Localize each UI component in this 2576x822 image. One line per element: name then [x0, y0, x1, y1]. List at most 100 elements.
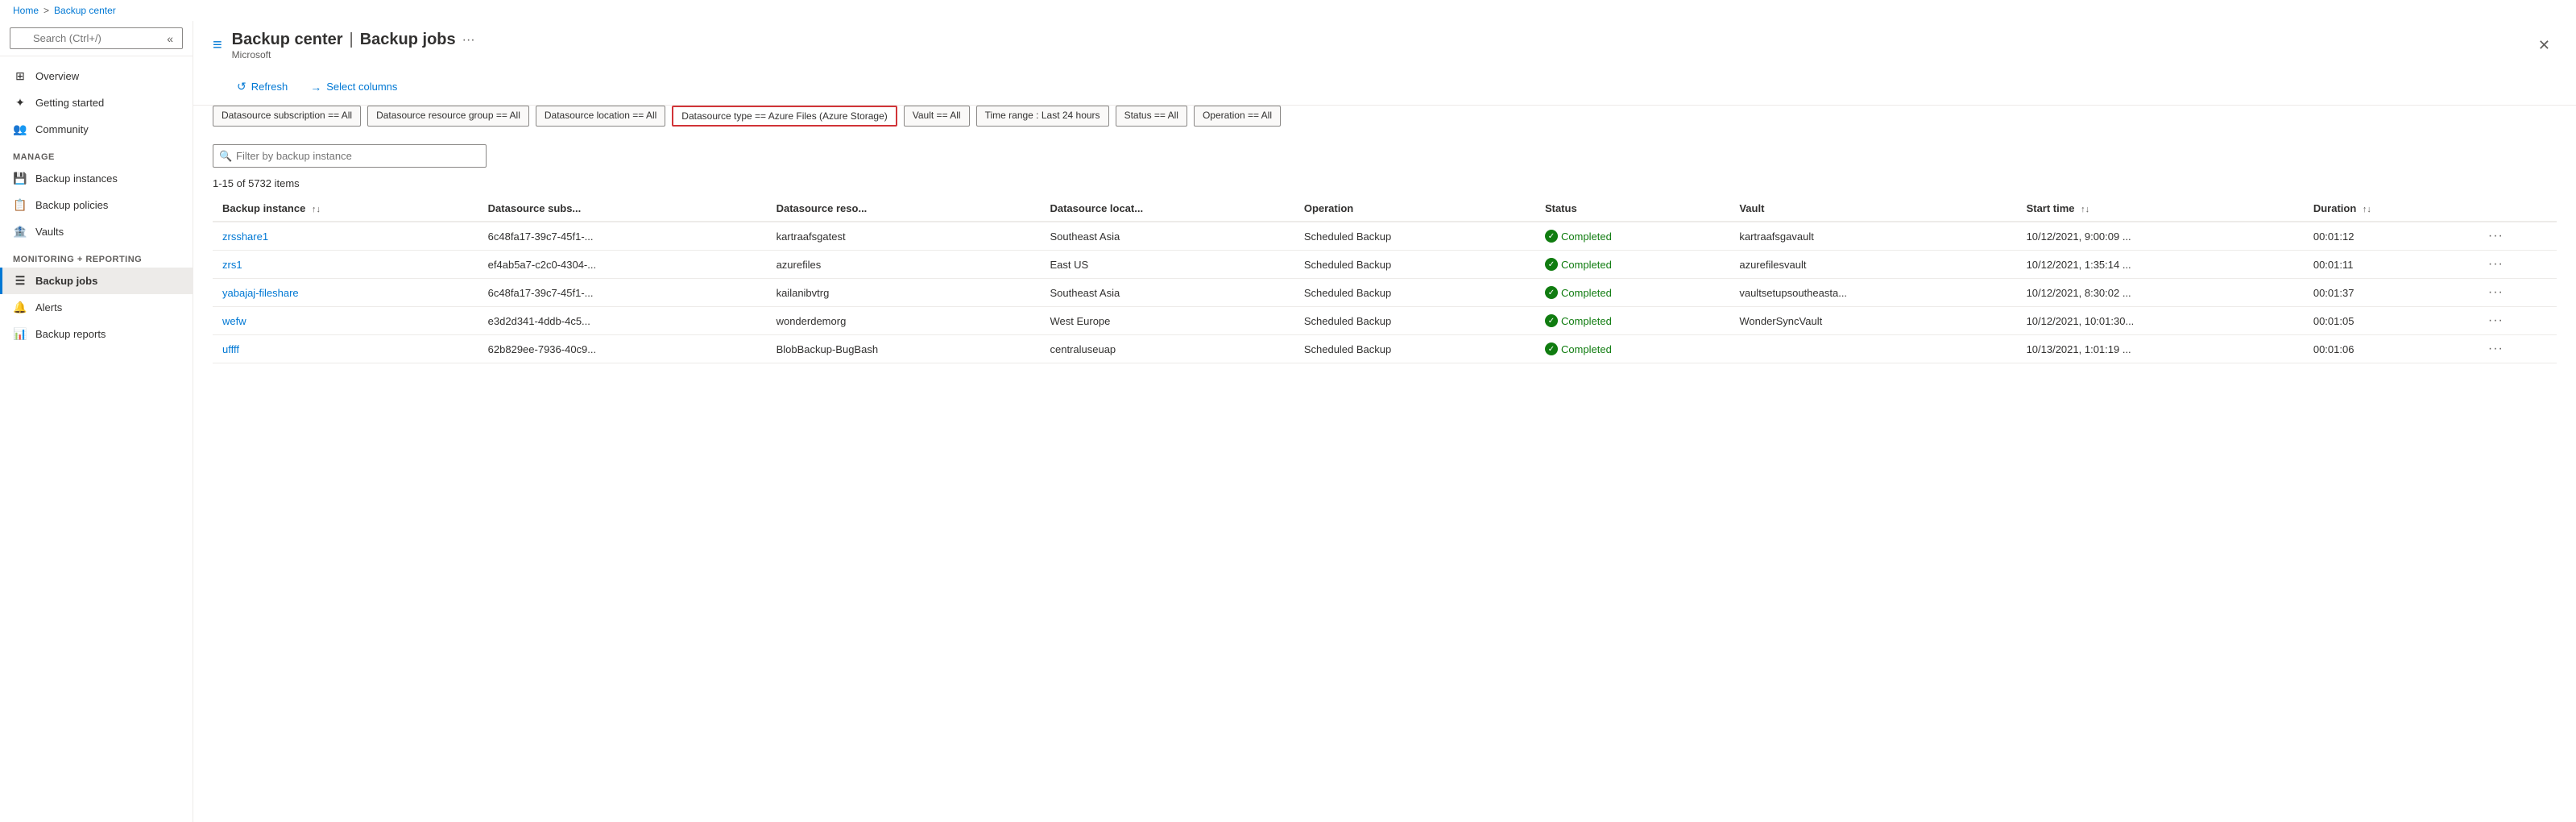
sidebar-item-getting-started[interactable]: ✦ Getting started	[0, 89, 193, 116]
cell-datasource-subs: e3d2d341-4ddb-4c5...	[478, 307, 767, 335]
sidebar-item-backup-instances[interactable]: 💾 Backup instances	[0, 165, 193, 192]
table-row[interactable]: wefw e3d2d341-4ddb-4c5... wonderdemorg W…	[213, 307, 2557, 335]
filter-status[interactable]: Status == All	[1116, 106, 1187, 127]
cell-operation: Scheduled Backup	[1294, 222, 1535, 251]
sidebar-item-label: Backup instances	[35, 172, 118, 185]
cell-more[interactable]: ···	[2479, 251, 2557, 279]
row-more-button[interactable]: ···	[2488, 257, 2504, 271]
filter-time-range[interactable]: Time range : Last 24 hours	[976, 106, 1109, 127]
close-button[interactable]: ✕	[2532, 34, 2557, 57]
cell-datasource-subs: 62b829ee-7936-40c9...	[478, 335, 767, 363]
cell-datasource-reso: kailanibvtrg	[767, 279, 1041, 307]
cell-more[interactable]: ···	[2479, 307, 2557, 335]
cell-status: ✓ Completed	[1535, 222, 1729, 251]
refresh-label: Refresh	[251, 81, 288, 93]
cell-backup-instance: zrs1	[213, 251, 478, 279]
header-row: Backup instance ↑↓ Datasource subs... Da…	[213, 196, 2557, 222]
sidebar-item-label: Backup policies	[35, 199, 108, 211]
app-container: Home > Backup center 🔍 « ⊞ Overview ✦	[0, 0, 2576, 822]
table-row[interactable]: zrs1 ef4ab5a7-c2c0-4304-... azurefiles E…	[213, 251, 2557, 279]
sidebar-nav: ⊞ Overview ✦ Getting started 👥 Community…	[0, 56, 193, 822]
cell-more[interactable]: ···	[2479, 279, 2557, 307]
table-wrap: Backup instance ↑↓ Datasource subs... Da…	[193, 196, 2576, 363]
filter-datasource-location[interactable]: Datasource location == All	[536, 106, 665, 127]
vaults-icon: 🏦	[13, 225, 27, 239]
sidebar-item-label: Community	[35, 123, 89, 135]
sidebar-item-label: Vaults	[35, 226, 64, 238]
breadcrumb-home[interactable]: Home	[13, 5, 39, 16]
cell-datasource-locat: centraluseuap	[1040, 335, 1294, 363]
table-body: zrsshare1 6c48fa17-39c7-45f1-... kartraa…	[213, 222, 2557, 363]
cell-datasource-locat: West Europe	[1040, 307, 1294, 335]
sidebar-item-overview[interactable]: ⊞ Overview	[0, 63, 193, 89]
cell-start-time: 10/13/2021, 1:01:19 ...	[2017, 335, 2304, 363]
sort-icon: ↑↓	[312, 205, 321, 214]
title-separator: |	[350, 31, 354, 49]
filter-datasource-subscription[interactable]: Datasource subscription == All	[213, 106, 361, 127]
select-columns-button[interactable]: → Select columns	[305, 77, 402, 97]
manage-section-label: Manage	[0, 143, 193, 165]
col-operation[interactable]: Operation	[1294, 196, 1535, 222]
breadcrumb-current[interactable]: Backup center	[54, 5, 116, 16]
backup-policies-icon: 📋	[13, 198, 27, 212]
overview-icon: ⊞	[13, 69, 27, 83]
filter-datasource-type[interactable]: Datasource type == Azure Files (Azure St…	[672, 106, 897, 127]
cell-duration: 00:01:11	[2304, 251, 2479, 279]
refresh-button[interactable]: ↺ Refresh	[232, 77, 292, 97]
col-datasource-subs[interactable]: Datasource subs...	[478, 196, 767, 222]
header-more-button[interactable]: ···	[462, 33, 475, 48]
cell-datasource-reso: kartraafsgatest	[767, 222, 1041, 251]
col-backup-instance[interactable]: Backup instance ↑↓	[213, 196, 478, 222]
filter-operation[interactable]: Operation == All	[1194, 106, 1281, 127]
row-more-button[interactable]: ···	[2488, 313, 2504, 327]
collapse-icon[interactable]: «	[167, 32, 173, 45]
sidebar-item-label: Overview	[35, 70, 79, 82]
backup-instance-search[interactable]	[213, 144, 487, 168]
cell-start-time: 10/12/2021, 1:35:14 ...	[2017, 251, 2304, 279]
filter-datasource-resource-group[interactable]: Datasource resource group == All	[367, 106, 529, 127]
col-actions	[2479, 196, 2557, 222]
backup-instances-icon: 💾	[13, 172, 27, 185]
content-area: 🔍 1-15 of 5732 items Backup instance ↑↓	[193, 135, 2576, 822]
table-row[interactable]: uffff 62b829ee-7936-40c9... BlobBackup-B…	[213, 335, 2557, 363]
col-datasource-locat[interactable]: Datasource locat...	[1040, 196, 1294, 222]
status-label: Completed	[1561, 343, 1612, 355]
row-more-button[interactable]: ···	[2488, 229, 2504, 243]
sidebar-item-alerts[interactable]: 🔔 Alerts	[0, 294, 193, 321]
col-vault[interactable]: Vault	[1729, 196, 2016, 222]
alerts-icon: 🔔	[13, 301, 27, 314]
col-start-time[interactable]: Start time ↑↓	[2017, 196, 2304, 222]
status-label: Completed	[1561, 259, 1612, 271]
col-status[interactable]: Status	[1535, 196, 1729, 222]
row-more-button[interactable]: ···	[2488, 285, 2504, 299]
row-more-button[interactable]: ···	[2488, 342, 2504, 355]
sidebar-item-community[interactable]: 👥 Community	[0, 116, 193, 143]
header-title-group: Backup center | Backup jobs ··· Microsof…	[232, 31, 475, 60]
cell-backup-instance: uffff	[213, 335, 478, 363]
sidebar-item-backup-policies[interactable]: 📋 Backup policies	[0, 192, 193, 218]
filter-vault[interactable]: Vault == All	[904, 106, 970, 127]
breadcrumb-separator: >	[43, 5, 49, 16]
status-icon: ✓	[1545, 258, 1558, 271]
cell-more[interactable]: ···	[2479, 222, 2557, 251]
sidebar-item-label: Alerts	[35, 301, 62, 313]
sidebar: 🔍 « ⊞ Overview ✦ Getting started 👥 Commu…	[0, 21, 193, 822]
search-input[interactable]	[10, 27, 183, 49]
sort-icon: ↑↓	[2363, 205, 2371, 214]
col-datasource-reso[interactable]: Datasource reso...	[767, 196, 1041, 222]
main-layout: 🔍 « ⊞ Overview ✦ Getting started 👥 Commu…	[0, 21, 2576, 822]
sidebar-item-vaults[interactable]: 🏦 Vaults	[0, 218, 193, 245]
backup-jobs-table: Backup instance ↑↓ Datasource subs... Da…	[213, 196, 2557, 363]
sidebar-item-backup-reports[interactable]: 📊 Backup reports	[0, 321, 193, 347]
col-duration[interactable]: Duration ↑↓	[2304, 196, 2479, 222]
cell-more[interactable]: ···	[2479, 335, 2557, 363]
cell-status: ✓ Completed	[1535, 251, 1729, 279]
page-title: Backup center	[232, 31, 343, 49]
table-row[interactable]: zrsshare1 6c48fa17-39c7-45f1-... kartraa…	[213, 222, 2557, 251]
backup-reports-icon: 📊	[13, 327, 27, 341]
getting-started-icon: ✦	[13, 96, 27, 110]
sidebar-item-backup-jobs[interactable]: ☰ Backup jobs	[0, 268, 193, 294]
search-wrap: 🔍	[213, 144, 487, 168]
page-subtitle-title: Backup jobs	[360, 31, 456, 49]
table-row[interactable]: yabajaj-fileshare 6c48fa17-39c7-45f1-...…	[213, 279, 2557, 307]
